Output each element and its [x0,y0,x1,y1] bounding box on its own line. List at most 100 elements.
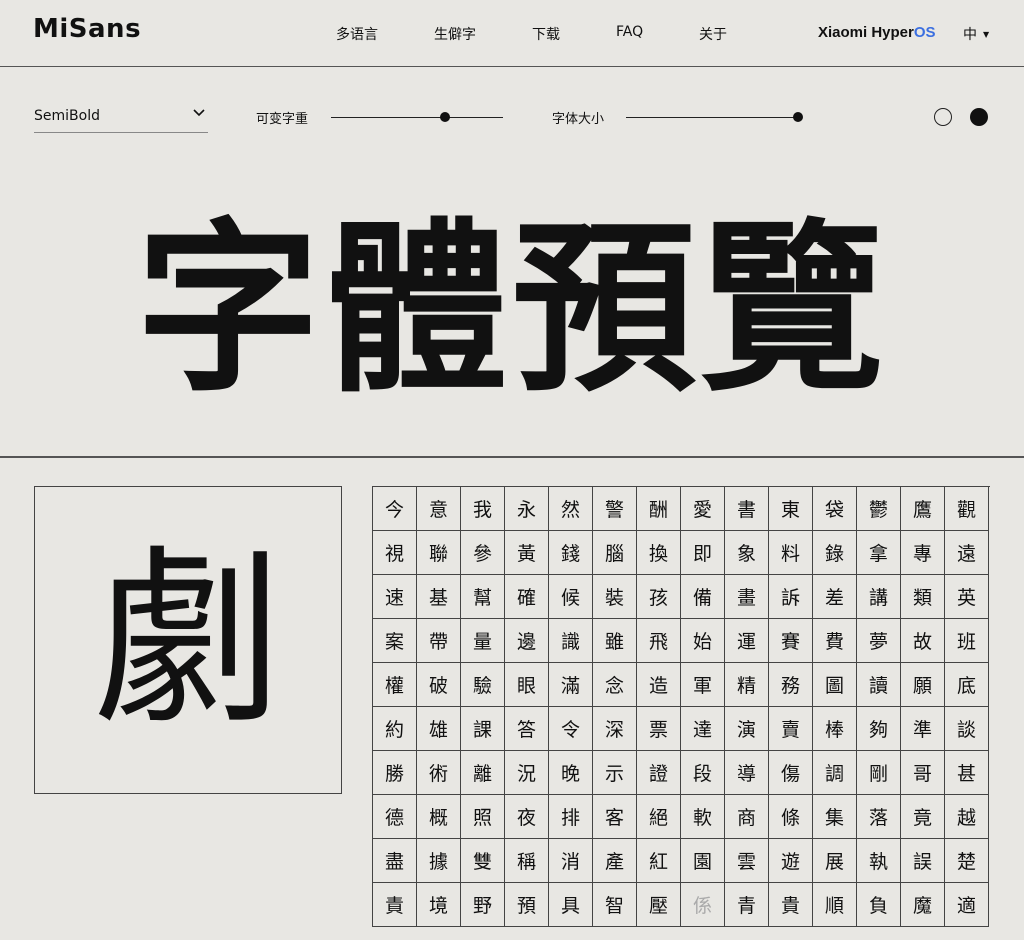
character-cell[interactable]: 雄 [417,707,461,751]
character-cell[interactable]: 越 [945,795,989,839]
character-cell[interactable]: 稱 [505,839,549,883]
nav-faq[interactable]: FAQ [616,24,643,40]
character-cell[interactable]: 演 [725,707,769,751]
character-cell[interactable]: 觀 [945,487,989,531]
character-cell[interactable]: 產 [593,839,637,883]
character-cell[interactable]: 集 [813,795,857,839]
character-cell[interactable]: 令 [549,707,593,751]
character-cell[interactable]: 調 [813,751,857,795]
character-cell[interactable]: 案 [373,619,417,663]
character-cell[interactable]: 排 [549,795,593,839]
character-cell[interactable]: 傷 [769,751,813,795]
character-cell[interactable]: 破 [417,663,461,707]
character-cell[interactable]: 甚 [945,751,989,795]
character-cell[interactable]: 術 [417,751,461,795]
character-cell[interactable]: 候 [549,575,593,619]
character-cell[interactable]: 我 [461,487,505,531]
character-cell[interactable]: 造 [637,663,681,707]
character-cell[interactable]: 順 [813,883,857,927]
character-cell[interactable]: 孩 [637,575,681,619]
character-cell[interactable]: 書 [725,487,769,531]
character-cell[interactable]: 訴 [769,575,813,619]
light-theme-toggle[interactable] [934,108,952,126]
character-cell[interactable]: 商 [725,795,769,839]
variable-weight-slider[interactable] [331,112,503,122]
character-cell[interactable]: 魔 [901,883,945,927]
character-cell[interactable]: 紅 [637,839,681,883]
character-cell[interactable]: 賽 [769,619,813,663]
character-cell[interactable]: 野 [461,883,505,927]
variable-weight-handle[interactable] [439,112,450,122]
character-cell[interactable]: 展 [813,839,857,883]
character-cell[interactable]: 壓 [637,883,681,927]
character-cell[interactable]: 驗 [461,663,505,707]
character-cell[interactable]: 速 [373,575,417,619]
character-cell[interactable]: 盡 [373,839,417,883]
character-cell[interactable]: 鷹 [901,487,945,531]
hyperos-link[interactable]: Xiaomi HyperOS [818,24,936,41]
character-cell[interactable]: 念 [593,663,637,707]
character-cell[interactable]: 客 [593,795,637,839]
character-cell[interactable]: 談 [945,707,989,751]
character-cell[interactable]: 運 [725,619,769,663]
character-cell[interactable]: 導 [725,751,769,795]
character-cell[interactable]: 眼 [505,663,549,707]
nav-rare-characters[interactable]: 生僻字 [434,24,476,44]
character-cell[interactable]: 英 [945,575,989,619]
character-cell[interactable]: 棒 [813,707,857,751]
nav-download[interactable]: 下载 [532,24,560,44]
character-cell[interactable]: 準 [901,707,945,751]
character-cell[interactable]: 達 [681,707,725,751]
character-cell[interactable]: 遠 [945,531,989,575]
character-cell[interactable]: 係 [681,883,725,927]
character-cell[interactable]: 約 [373,707,417,751]
nav-about[interactable]: 关于 [699,24,727,44]
character-cell[interactable]: 拿 [857,531,901,575]
character-cell[interactable]: 示 [593,751,637,795]
character-cell[interactable]: 象 [725,531,769,575]
character-cell[interactable]: 基 [417,575,461,619]
character-cell[interactable]: 照 [461,795,505,839]
character-cell[interactable]: 剛 [857,751,901,795]
character-cell[interactable]: 圖 [813,663,857,707]
language-switch[interactable]: 中 ▼ [963,24,989,44]
character-cell[interactable]: 即 [681,531,725,575]
character-cell[interactable]: 講 [857,575,901,619]
character-cell[interactable]: 鬱 [857,487,901,531]
character-cell[interactable]: 錄 [813,531,857,575]
character-cell[interactable]: 勝 [373,751,417,795]
character-cell[interactable]: 滿 [549,663,593,707]
character-cell[interactable]: 東 [769,487,813,531]
character-cell[interactable]: 差 [813,575,857,619]
character-cell[interactable]: 課 [461,707,505,751]
font-size-handle[interactable] [793,112,803,122]
character-cell[interactable]: 雲 [725,839,769,883]
character-cell[interactable]: 德 [373,795,417,839]
character-cell[interactable]: 段 [681,751,725,795]
character-cell[interactable]: 備 [681,575,725,619]
character-cell[interactable]: 警 [593,487,637,531]
character-cell[interactable]: 夢 [857,619,901,663]
character-cell[interactable]: 青 [725,883,769,927]
character-cell[interactable]: 誤 [901,839,945,883]
character-cell[interactable]: 況 [505,751,549,795]
character-cell[interactable]: 軟 [681,795,725,839]
character-cell[interactable]: 深 [593,707,637,751]
character-cell[interactable]: 消 [549,839,593,883]
character-cell[interactable]: 據 [417,839,461,883]
character-cell[interactable]: 帶 [417,619,461,663]
character-cell[interactable]: 參 [461,531,505,575]
character-cell[interactable]: 聯 [417,531,461,575]
character-cell[interactable]: 始 [681,619,725,663]
character-cell[interactable]: 袋 [813,487,857,531]
character-cell[interactable]: 智 [593,883,637,927]
logo[interactable]: MiSans [33,14,141,44]
character-cell[interactable]: 確 [505,575,549,619]
font-size-slider[interactable] [626,112,803,122]
character-cell[interactable]: 園 [681,839,725,883]
character-cell[interactable]: 適 [945,883,989,927]
character-cell[interactable]: 竟 [901,795,945,839]
character-cell[interactable]: 費 [813,619,857,663]
character-cell[interactable]: 願 [901,663,945,707]
character-cell[interactable]: 楚 [945,839,989,883]
